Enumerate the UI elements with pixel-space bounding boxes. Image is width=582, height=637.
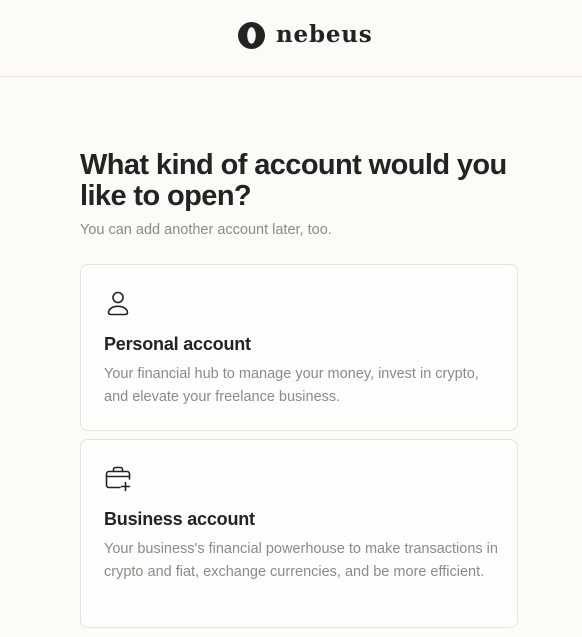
- personal-account-option[interactable]: Personal account Your financial hub to m…: [80, 264, 518, 431]
- nebeus-logo-icon: [238, 22, 265, 49]
- page-subtitle: You can add another account later, too.: [80, 222, 332, 238]
- personal-account-title: Personal account: [104, 334, 251, 354]
- user-icon: [107, 291, 129, 316]
- briefcase-plus-icon: [105, 466, 131, 492]
- top-header: nebeus: [0, 0, 582, 77]
- business-account-title: Business account: [104, 509, 255, 529]
- brand-name: nebeus: [276, 21, 373, 48]
- business-account-description: Your business's financial powerhouse to …: [104, 541, 498, 580]
- page-title: What kind of account would you like to o…: [80, 149, 507, 212]
- nebeus-logo[interactable]: nebeus: [237, 21, 373, 50]
- business-account-option[interactable]: Business account Your business's financi…: [80, 439, 518, 628]
- account-type-intro: What kind of account would you like to o…: [80, 150, 518, 240]
- personal-account-description: Your financial hub to manage your money,…: [104, 366, 479, 405]
